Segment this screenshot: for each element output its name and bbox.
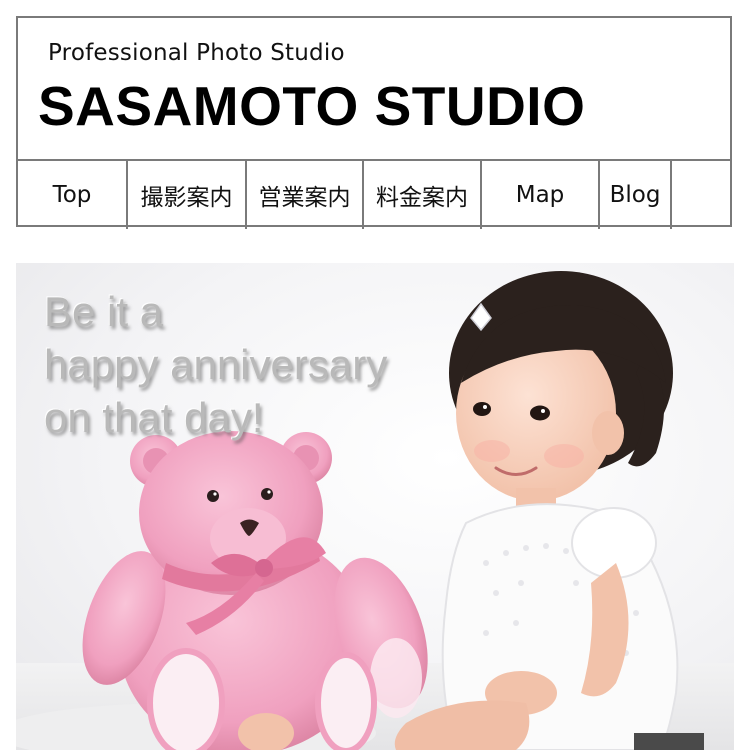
nav-item-map[interactable]: Map: [482, 161, 600, 229]
nav-item-top[interactable]: Top: [18, 161, 128, 229]
hero-caption: Be it a happy anniversary on that day!: [44, 285, 387, 444]
site-brand-title[interactable]: SASAMOTO STUDIO: [38, 74, 585, 138]
nav-item-blog[interactable]: Blog: [600, 161, 672, 229]
nav-item-business-info[interactable]: 営業案内: [247, 161, 364, 229]
site-tagline: Professional Photo Studio: [48, 40, 345, 66]
main-nav: Top 撮影案内 営業案内 料金案内 Map Blog: [18, 159, 730, 229]
hero-photo: Be it a happy anniversary on that day!: [16, 263, 734, 750]
hero-caption-line: happy anniversary: [44, 341, 388, 388]
hero-caption-line: on that day!: [44, 394, 264, 441]
nav-item-shooting-guide[interactable]: 撮影案内: [128, 161, 247, 229]
nav-item-empty[interactable]: [672, 161, 730, 229]
nav-item-price-info[interactable]: 料金案内: [364, 161, 482, 229]
site-header: Professional Photo Studio SASAMOTO STUDI…: [16, 16, 732, 229]
hero-caption-line: Be it a: [44, 288, 164, 335]
